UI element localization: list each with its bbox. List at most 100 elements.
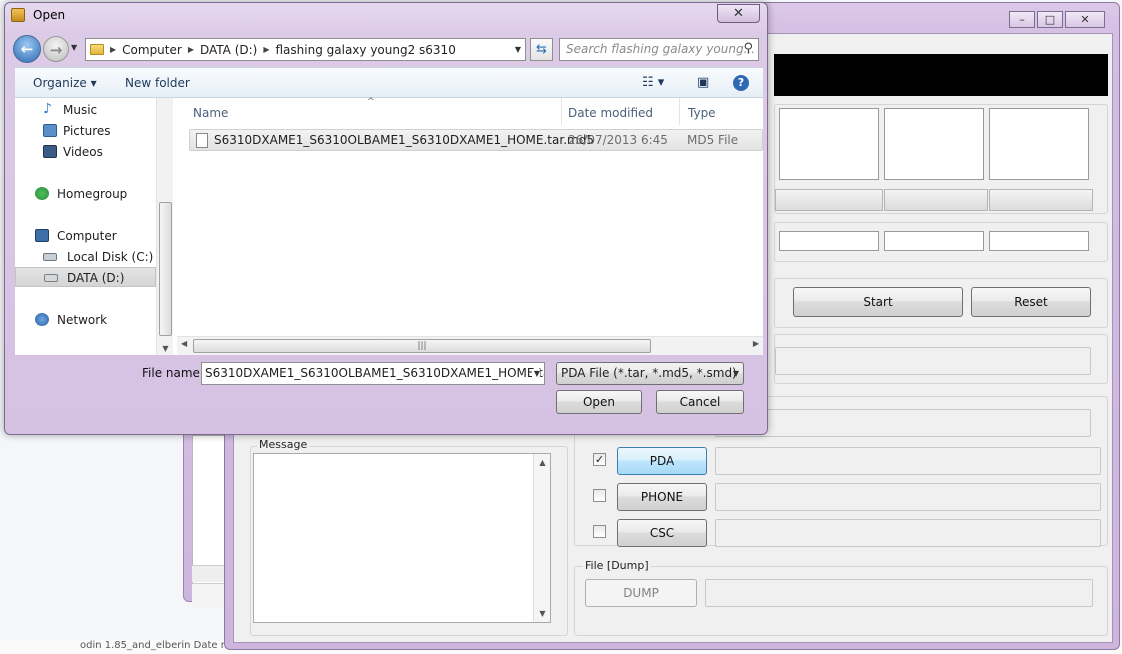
file-list: Name ^ Date modified Type S6310DXAME1_S6… xyxy=(177,97,763,355)
nav-item-local-disk[interactable]: Local Disk (C:) xyxy=(15,247,156,267)
help-icon[interactable]: ? xyxy=(733,75,749,91)
sort-ascending-icon: ^ xyxy=(367,97,375,107)
back-button[interactable]: ← xyxy=(13,35,41,63)
nav-item-network[interactable]: Network xyxy=(15,310,156,330)
message-log[interactable]: ▲ ▼ xyxy=(253,453,551,623)
cancel-button[interactable]: Cancel xyxy=(656,390,744,414)
pictures-icon xyxy=(43,124,57,137)
forward-arrow-icon: → xyxy=(49,41,63,59)
breadcrumb-data-drive[interactable]: DATA (D:) xyxy=(200,43,257,57)
pda-checkbox[interactable]: ✓ xyxy=(593,453,606,466)
nav-item-label: Computer xyxy=(57,229,117,243)
odin-close-button[interactable]: ✕ xyxy=(1065,11,1105,28)
address-bar[interactable]: ▶ Computer ▶ DATA (D:) ▶ flashing galaxy… xyxy=(85,38,526,61)
search-placeholder: Search flashing galaxy young... xyxy=(566,42,756,56)
change-view-icon[interactable]: ☷ ▾ xyxy=(642,75,664,90)
scroll-right-icon[interactable]: ▶ xyxy=(753,339,759,348)
nav-item-label: Local Disk (C:) xyxy=(67,250,154,264)
file-row[interactable]: S6310DXAME1_S6310OLBAME1_S6310DXAME1_HOM… xyxy=(189,129,763,151)
scroll-up-icon[interactable]: ▲ xyxy=(534,458,551,467)
column-header-type[interactable]: Type xyxy=(680,98,763,125)
port-status-group xyxy=(774,222,1108,262)
refresh-button[interactable]: ⇆ xyxy=(530,38,553,61)
csc-path-field xyxy=(715,519,1101,547)
organize-button[interactable]: Organize ▾ xyxy=(33,76,97,90)
file-dump-group: DUMP xyxy=(574,566,1108,636)
nav-item-videos[interactable]: Videos xyxy=(15,142,156,162)
nav-item-homegroup[interactable]: Homegroup xyxy=(15,184,156,204)
recent-pages-dropdown[interactable]: ▼ xyxy=(71,43,77,52)
file-type-select[interactable]: PDA File (*.tar, *.md5, *.smd) ▼ xyxy=(556,362,744,385)
minimize-icon: – xyxy=(1019,13,1025,26)
scroll-down-icon[interactable]: ▼ xyxy=(534,609,551,618)
file-name-input[interactable]: S6310DXAME1_S6310OLBAME1_S6310DXAME1_HOM… xyxy=(201,362,545,385)
file-list-horizontal-scrollbar[interactable]: ◀ ||| ▶ xyxy=(177,336,763,355)
phone-button[interactable]: PHONE xyxy=(617,483,707,511)
navigation-scrollbar[interactable]: ▼ xyxy=(156,98,173,355)
breadcrumb-computer[interactable]: Computer xyxy=(122,43,182,57)
file-icon xyxy=(196,133,208,148)
file-type: MD5 File xyxy=(687,133,739,147)
csc-button[interactable]: CSC xyxy=(617,519,707,547)
chevron-down-icon[interactable]: ▼ xyxy=(515,45,521,54)
nav-item-computer[interactable]: Computer xyxy=(15,226,156,246)
phone-checkbox[interactable] xyxy=(593,489,606,502)
refresh-icon: ⇆ xyxy=(536,42,547,57)
scroll-left-icon[interactable]: ◀ xyxy=(181,339,187,348)
search-input[interactable]: Search flashing galaxy young... ⚲ xyxy=(559,38,759,61)
reset-button[interactable]: Reset xyxy=(971,287,1091,317)
back-arrow-icon: ← xyxy=(20,40,34,58)
option-field xyxy=(775,347,1091,375)
navigation-pane: ♪ Music Pictures Videos Homegroup Comput… xyxy=(15,98,156,355)
csc-checkbox[interactable] xyxy=(593,525,606,538)
pda-path-field xyxy=(715,447,1101,475)
start-button[interactable]: Start xyxy=(793,287,963,317)
column-header-date-modified[interactable]: Date modified xyxy=(562,98,680,125)
file-name: S6310DXAME1_S6310OLBAME1_S6310DXAME1_HOM… xyxy=(214,133,594,147)
chevron-right-icon[interactable]: ▶ xyxy=(263,45,269,54)
message-scrollbar[interactable]: ▲ ▼ xyxy=(533,454,550,622)
open-button[interactable]: Open xyxy=(556,390,642,414)
com-progress-bar xyxy=(775,189,883,211)
preview-pane-icon[interactable]: ▣ xyxy=(697,75,709,90)
dialog-close-button[interactable]: ✕ xyxy=(717,4,760,23)
dump-path-field xyxy=(705,579,1093,607)
scroll-thumb[interactable]: ||| xyxy=(193,339,651,353)
pda-button[interactable]: PDA xyxy=(617,447,707,475)
maximize-button[interactable]: □ xyxy=(1037,11,1063,28)
com-progress-bar xyxy=(989,189,1093,211)
scroll-thumb[interactable] xyxy=(159,202,172,336)
forward-button[interactable]: → xyxy=(43,36,69,62)
com-port-cell xyxy=(779,108,879,180)
nav-item-label: Pictures xyxy=(63,124,111,138)
new-folder-button[interactable]: New folder xyxy=(125,76,190,90)
column-header-name[interactable]: Name ^ xyxy=(177,97,562,125)
command-bar: Organize ▾ New folder ☷ ▾ ▣ ? xyxy=(15,67,763,98)
chevron-right-icon[interactable]: ▶ xyxy=(188,45,194,54)
scroll-down-icon[interactable]: ▼ xyxy=(157,344,174,353)
status-banner xyxy=(774,54,1108,96)
com-port-cell xyxy=(884,108,984,180)
nav-item-pictures[interactable]: Pictures xyxy=(15,121,156,141)
search-icon[interactable]: ⚲ xyxy=(743,41,753,56)
port-status-cell xyxy=(989,231,1089,251)
com-progress-bar xyxy=(884,189,988,211)
port-status-cell xyxy=(884,231,984,251)
nav-item-label: Homegroup xyxy=(57,187,128,201)
breadcrumb-current-folder[interactable]: flashing galaxy young2 s6310 xyxy=(276,43,456,57)
nav-item-music[interactable]: ♪ Music xyxy=(15,100,156,120)
nav-item-label: Network xyxy=(57,313,108,327)
chevron-down-icon[interactable]: ▼ xyxy=(531,369,540,378)
nav-item-data-drive[interactable]: DATA (D:) xyxy=(15,267,156,287)
nav-item-label: Videos xyxy=(63,145,103,159)
column-type-label: Type xyxy=(688,106,716,120)
music-icon: ♪ xyxy=(43,101,52,117)
file-name-value: S6310DXAME1_S6310OLBAME1_S6310DXAME1_HOM… xyxy=(205,366,544,380)
dialog-title: Open xyxy=(33,8,66,22)
column-name-label: Name xyxy=(193,106,229,120)
minimize-button[interactable]: – xyxy=(1009,11,1035,28)
dump-button[interactable]: DUMP xyxy=(585,579,697,607)
dialog-app-icon xyxy=(11,8,25,22)
chevron-down-icon: ▼ xyxy=(732,369,739,378)
chevron-right-icon[interactable]: ▶ xyxy=(110,45,116,54)
